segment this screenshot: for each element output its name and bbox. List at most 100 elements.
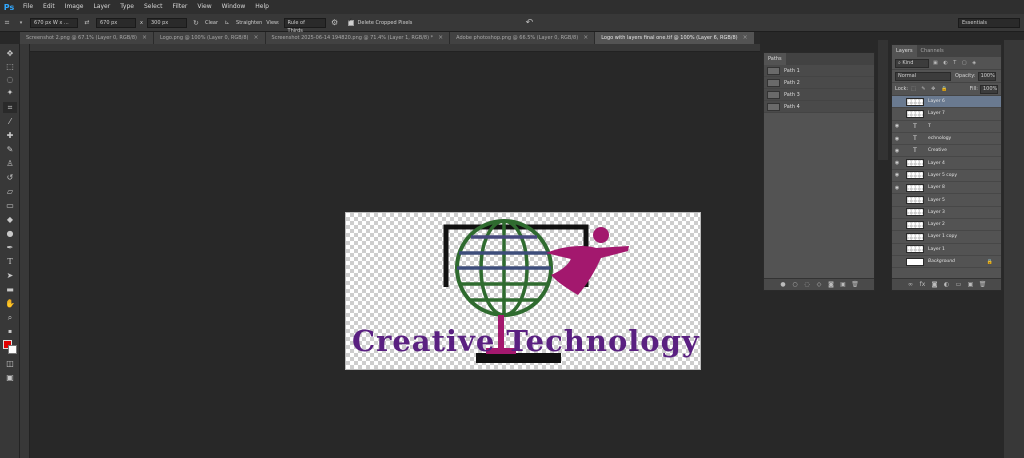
menu-type[interactable]: Type — [115, 0, 139, 14]
visibility-eye-icon[interactable]: ◉ — [892, 148, 902, 154]
close-icon[interactable]: × — [142, 32, 147, 44]
background-color-swatch[interactable] — [8, 345, 17, 354]
history-brush-tool-icon[interactable]: ↺ — [3, 172, 17, 183]
layer-row[interactable]: Layer 2 — [892, 218, 1001, 232]
fill-path-icon[interactable]: ● — [777, 281, 789, 288]
undo-icon[interactable]: ↶ — [524, 18, 534, 28]
layer-kind-select[interactable]: ⌕ Kind — [895, 58, 929, 68]
layer-row[interactable]: Layer 3 — [892, 206, 1001, 219]
healing-brush-tool-icon[interactable]: ✚ — [3, 130, 17, 141]
list-item[interactable]: Path 4 — [764, 101, 874, 113]
menu-select[interactable]: Select — [139, 0, 168, 14]
new-path-icon[interactable]: ▣ — [837, 281, 849, 288]
make-work-path-icon[interactable]: ◇ — [813, 281, 825, 288]
menu-filter[interactable]: Filter — [168, 0, 193, 14]
type-tool-icon[interactable]: T — [3, 256, 17, 267]
clear-button[interactable]: Clear — [205, 20, 218, 26]
layer-row[interactable]: ◉ T Creative — [892, 145, 1001, 158]
visibility-eye-icon[interactable]: ◉ — [892, 160, 902, 166]
tab-adobe-photoshop[interactable]: Adobe photoshop.png @ 66.5% (Layer 0, RG… — [450, 32, 596, 44]
clone-stamp-tool-icon[interactable]: ♙ — [3, 158, 17, 169]
layer-name[interactable]: Layer 7 — [928, 111, 945, 116]
quick-mask-icon[interactable]: ◫ — [3, 358, 17, 369]
layer-row[interactable]: ◉ Layer 4 — [892, 157, 1001, 170]
tab-screenshot-2025[interactable]: Screenshot 2025-06-14 194820.png @ 71.4%… — [265, 32, 451, 44]
close-icon[interactable]: × — [583, 32, 588, 44]
list-item[interactable]: Path 2 — [764, 77, 874, 89]
close-icon[interactable]: × — [743, 32, 748, 44]
screen-mode-icon[interactable]: ▣ — [3, 372, 17, 383]
overlay-view-select[interactable]: Rule of Thirds — [283, 17, 326, 34]
delete-cropped-checkbox[interactable] — [347, 17, 354, 26]
layer-name[interactable]: Layer 2 — [928, 222, 945, 227]
crop-tool-icon[interactable]: ⌗ — [2, 18, 12, 28]
move-tool-icon[interactable]: ✥ — [3, 48, 17, 59]
tab-logo[interactable]: Logo.png @ 100% (Layer 0, RGB/8) × — [153, 32, 266, 44]
right-icon-strip[interactable] — [1004, 40, 1024, 458]
visibility-eye-icon[interactable]: ◉ — [892, 172, 902, 178]
workspace-select[interactable]: Essentials — [958, 18, 1020, 28]
menu-layer[interactable]: Layer — [88, 0, 115, 14]
dodge-tool-icon[interactable]: ● — [3, 228, 17, 239]
gear-icon[interactable]: ⚙ — [330, 18, 340, 28]
gradient-tool-icon[interactable]: ▭ — [3, 200, 17, 211]
hand-tool-icon[interactable]: ✋ — [3, 298, 17, 309]
layer-row[interactable]: ◉ Layer 5 copy — [892, 169, 1001, 183]
layer-row[interactable]: Layer 1 copy — [892, 231, 1001, 244]
swap-dimensions-icon[interactable]: ⇄ — [82, 18, 92, 28]
crop-preset-select[interactable]: 670 px W x ... — [30, 17, 78, 28]
layer-name[interactable]: Layer 4 — [928, 161, 945, 166]
tab-channels[interactable]: Channels — [917, 45, 948, 57]
layer-row[interactable]: Layer 5 — [892, 194, 1001, 207]
panel-dock-strip[interactable] — [878, 40, 888, 160]
horizontal-ruler[interactable] — [30, 44, 760, 52]
straighten-button[interactable]: Straighten — [236, 20, 262, 26]
layer-name[interactable]: Creative — [928, 148, 947, 153]
add-mask-icon[interactable]: ◙ — [929, 281, 941, 288]
trash-icon[interactable]: 🗑 — [849, 281, 861, 288]
layer-row[interactable]: Layer 7 — [892, 108, 1001, 121]
menu-edit[interactable]: Edit — [38, 0, 60, 14]
layer-name[interactable]: Layer 1 — [928, 247, 945, 252]
zoom-tool-icon[interactable]: ⌕ — [3, 312, 17, 323]
rotate-icon[interactable]: ↻ — [191, 18, 201, 28]
fill-input[interactable]: 100% — [980, 84, 998, 94]
eyedropper-tool-icon[interactable]: ⁄ — [3, 116, 17, 127]
load-selection-icon[interactable]: ◌ — [801, 281, 813, 288]
tab-screenshot-2[interactable]: Screenshot 2.png @ 67.1% (Layer 0, RGB/8… — [20, 32, 154, 44]
menu-help[interactable]: Help — [250, 0, 274, 14]
blend-mode-select[interactable]: Normal — [895, 71, 951, 81]
layer-style-icon[interactable]: fx — [917, 281, 929, 288]
stroke-path-icon[interactable]: ○ — [789, 281, 801, 288]
canvas-workarea[interactable]: Creative Technology — [30, 52, 760, 458]
filter-icons[interactable]: ▣ ◐ T ▢ ◈ — [933, 60, 978, 66]
marquee-tool-icon[interactable]: ⬚ — [3, 61, 17, 72]
layer-name[interactable]: Layer 5 copy — [928, 173, 957, 178]
layer-row[interactable]: Background 🔒 — [892, 255, 1001, 269]
tab-layers[interactable]: Layers — [892, 45, 917, 57]
straighten-icon[interactable]: ⊾ — [222, 18, 232, 28]
layer-name[interactable]: Layer 6 — [928, 99, 945, 104]
layer-name[interactable]: Layer 1 copy — [928, 234, 957, 239]
lock-icons[interactable]: ⬚ ✎ ✥ 🔒 — [911, 86, 949, 92]
visibility-eye-icon[interactable]: ◉ — [892, 123, 902, 129]
crop-tool-icon[interactable]: ⌗ — [3, 102, 17, 113]
link-layers-icon[interactable]: ∞ — [905, 281, 917, 288]
pen-tool-icon[interactable]: ✒ — [3, 242, 17, 253]
layer-row[interactable]: ◉ Technology — [892, 132, 1001, 146]
reset-colors-icon[interactable]: ▪ — [3, 326, 17, 337]
layer-row[interactable]: ◉ Layer 8 — [892, 182, 1001, 195]
blur-tool-icon[interactable]: ◆ — [3, 214, 17, 225]
width-input[interactable]: 670 px — [96, 17, 136, 28]
vertical-ruler[interactable] — [20, 44, 30, 458]
new-group-icon[interactable]: ▭ — [953, 281, 965, 288]
layer-name[interactable]: Layer 3 — [928, 210, 945, 215]
layer-name[interactable]: T — [928, 124, 931, 129]
opacity-input[interactable]: 100% — [977, 71, 996, 81]
rectangle-tool-icon[interactable]: ▬ — [3, 284, 17, 295]
add-mask-icon[interactable]: ◙ — [825, 281, 837, 288]
eraser-tool-icon[interactable]: ▱ — [3, 186, 17, 197]
path-selection-tool-icon[interactable]: ➤ — [3, 270, 17, 281]
document-canvas[interactable]: Creative Technology — [345, 212, 701, 370]
layer-row[interactable]: Layer 1 — [892, 243, 1001, 256]
